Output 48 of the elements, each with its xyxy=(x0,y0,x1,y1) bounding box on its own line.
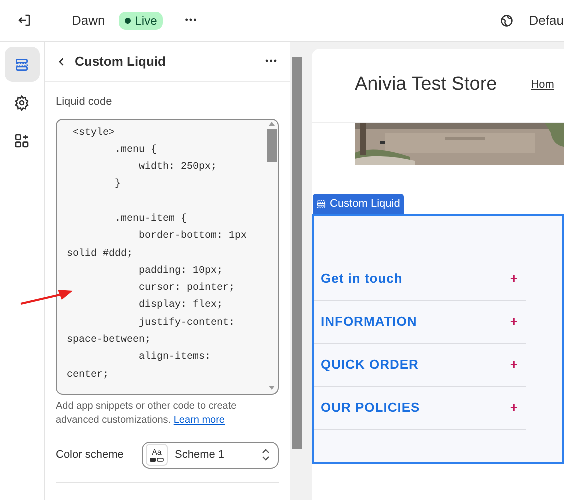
plus-icon: + xyxy=(510,269,518,289)
chevron-up-down-icon xyxy=(262,449,270,461)
color-scheme-select[interactable]: Aa Scheme 1 xyxy=(142,442,279,468)
status-badge: Live xyxy=(119,12,164,30)
code-editor[interactable]: <style> .menu { width: 250px; } .menu-item { border-bottom: 1px solid #ddd; padding: 10px; cursor: pointer; display: flex; justify-content: space-between; align-items: center; xyxy=(56,118,279,394)
code-line: border-bottom: 1px xyxy=(138,230,248,244)
code-line: justify-content: xyxy=(138,316,236,331)
code-line: width: 250px; xyxy=(138,160,218,176)
field-label: Liquid code xyxy=(56,95,114,110)
plus-icon: + xyxy=(510,355,518,375)
preview-selector[interactable]: Defau xyxy=(529,10,564,30)
accordion-item[interactable]: OUR POLICIES + xyxy=(314,387,526,430)
field-label: Color scheme xyxy=(56,448,124,463)
panel-title: Custom Liquid xyxy=(75,52,166,71)
code-line: <style> xyxy=(72,126,116,140)
scheme-swatch-icon xyxy=(150,458,164,462)
annotation-arrow xyxy=(20,287,74,306)
scrollbar-thumb[interactable] xyxy=(292,57,302,449)
globe-icon xyxy=(500,14,514,28)
exit-icon[interactable] xyxy=(17,13,32,28)
plus-icon: + xyxy=(510,312,518,332)
code-line: .menu { xyxy=(114,144,158,158)
code-line: align-items: xyxy=(138,350,212,366)
more-button[interactable]: ••• xyxy=(185,14,198,28)
layers-icon xyxy=(14,56,30,72)
code-line: .menu-item { xyxy=(114,212,188,227)
more-button[interactable]: ••• xyxy=(266,54,278,68)
code-line: center; xyxy=(67,368,110,383)
nav-link[interactable]: Hom xyxy=(531,77,554,94)
code-line: display: flex; xyxy=(138,298,224,314)
learn-more-link[interactable]: Learn more xyxy=(174,414,225,426)
accordion-item[interactable]: INFORMATION + xyxy=(314,301,526,344)
section-tag: Custom Liquid xyxy=(313,194,404,214)
theme-name: Dawn xyxy=(72,12,106,30)
settings-icon xyxy=(14,94,30,110)
accordion-item[interactable]: Get in touch + xyxy=(314,258,526,301)
scheme-swatch-text: Aa xyxy=(152,448,162,456)
store-name: Anivia Test Store xyxy=(355,73,498,98)
code-line: space-between; xyxy=(67,334,152,348)
help-text: Add app snippets or other code to create advanced customizations. Learn more xyxy=(56,400,238,428)
code-line: padding: 10px; xyxy=(138,264,224,279)
code-line: cursor: pointer; xyxy=(138,282,236,296)
add-apps-icon xyxy=(14,132,30,148)
section-icon xyxy=(317,200,326,208)
code-line: solid #ddd; xyxy=(67,248,134,262)
code-line: } xyxy=(114,178,122,192)
plus-icon: + xyxy=(510,398,518,418)
accordion-item[interactable]: QUICK ORDER + xyxy=(314,344,526,387)
